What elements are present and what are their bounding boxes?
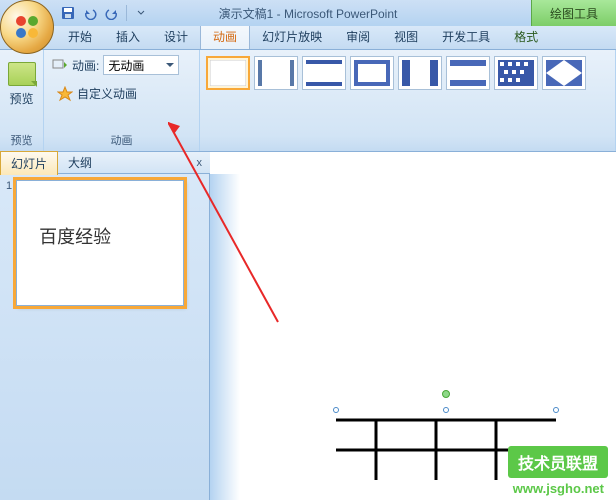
panel-tab-slides[interactable]: 幻灯片 [0, 151, 58, 175]
transition-thumb-icon [258, 60, 294, 86]
qat-customize[interactable] [131, 3, 151, 23]
window-title: 演示文稿1 - Microsoft PowerPoint [219, 5, 398, 22]
tab-insert[interactable]: 插入 [104, 24, 152, 49]
tab-animation[interactable]: 动画 [200, 23, 250, 49]
tab-design[interactable]: 设计 [152, 24, 200, 49]
group-label-preview: 预览 [11, 132, 33, 151]
thumbnail-panel: 1 百度经验 [0, 174, 210, 500]
panel-close-button[interactable]: x [193, 155, 207, 171]
custom-animation-icon [57, 86, 73, 102]
transition-item-1[interactable] [254, 56, 298, 90]
transition-thumb-icon [210, 60, 246, 86]
transition-item-3[interactable] [350, 56, 394, 90]
context-tab-drawing[interactable]: 绘图工具 [531, 0, 616, 26]
resize-handle-nw[interactable] [333, 407, 339, 413]
transition-gallery [206, 56, 609, 90]
title-bar: 演示文稿1 - Microsoft PowerPoint 绘图工具 [0, 0, 616, 26]
ribbon-group-transitions [200, 50, 616, 151]
resize-handle-n[interactable] [443, 407, 449, 413]
office-button[interactable] [0, 0, 54, 54]
animation-dropdown[interactable]: 无动画 [103, 55, 179, 75]
transition-item-4[interactable] [398, 56, 442, 90]
slide-content-text: 百度经验 [39, 223, 111, 249]
transition-thumb-icon [354, 60, 390, 86]
animation-icon [52, 58, 68, 72]
ribbon-tabs: 开始 插入 设计 动画 幻灯片放映 审阅 视图 开发工具 格式 [0, 26, 616, 50]
tab-format[interactable]: 格式 [502, 24, 550, 49]
animation-dropdown-label: 动画: [72, 57, 99, 74]
qat-separator [126, 5, 127, 21]
save-icon [61, 6, 75, 20]
undo-button[interactable] [80, 3, 100, 23]
canvas-shadow [210, 174, 240, 500]
slide-panel-tabs: 幻灯片 大纲 x [0, 152, 210, 174]
custom-animation-button[interactable]: 自定义动画 [52, 82, 191, 105]
chevron-down-icon [137, 9, 145, 17]
transition-item-6[interactable] [494, 56, 538, 90]
tab-view[interactable]: 视图 [382, 24, 430, 49]
undo-icon [83, 6, 97, 20]
redo-icon [105, 6, 119, 20]
quick-access-toolbar [58, 3, 151, 23]
slide-number: 1 [6, 180, 12, 306]
transition-thumb-icon [450, 60, 486, 86]
transition-item-2[interactable] [302, 56, 346, 90]
ribbon: 预览 预览 动画: 无动画 自定义动画 动画 [0, 50, 616, 152]
transition-thumb-icon [402, 60, 438, 86]
tab-slideshow[interactable]: 幻灯片放映 [250, 24, 334, 49]
ribbon-group-animation: 动画: 无动画 自定义动画 动画 [44, 50, 200, 151]
tab-developer[interactable]: 开发工具 [430, 24, 502, 49]
preview-button-label: 预览 [9, 90, 33, 107]
transition-item-7[interactable] [542, 56, 586, 90]
transition-none[interactable] [206, 56, 250, 90]
transition-thumb-icon [306, 60, 342, 86]
resize-handle-ne[interactable] [553, 407, 559, 413]
group-label-animation: 动画 [52, 132, 191, 151]
slide-thumbnail-1[interactable]: 1 百度经验 [6, 180, 203, 306]
slide-preview: 百度经验 [16, 180, 184, 306]
animation-dropdown-value: 无动画 [108, 57, 144, 74]
preview-icon [8, 62, 36, 86]
chevron-down-icon [166, 63, 174, 67]
transition-thumb-icon [546, 60, 582, 86]
rotate-handle[interactable] [442, 390, 450, 398]
custom-animation-label: 自定义动画 [77, 85, 137, 102]
tab-home[interactable]: 开始 [56, 24, 104, 49]
panel-tab-outline[interactable]: 大纲 [58, 151, 102, 174]
save-button[interactable] [58, 3, 78, 23]
preview-button[interactable]: 预览 [4, 54, 40, 114]
ribbon-group-preview: 预览 预览 [0, 50, 44, 151]
transition-thumb-icon [498, 60, 534, 86]
watermark-url: www.jsgho.net [513, 481, 604, 496]
tab-review[interactable]: 审阅 [334, 24, 382, 49]
watermark-badge: 技术员联盟 [508, 446, 608, 478]
office-logo-icon [11, 11, 43, 43]
transition-item-5[interactable] [446, 56, 490, 90]
redo-button[interactable] [102, 3, 122, 23]
